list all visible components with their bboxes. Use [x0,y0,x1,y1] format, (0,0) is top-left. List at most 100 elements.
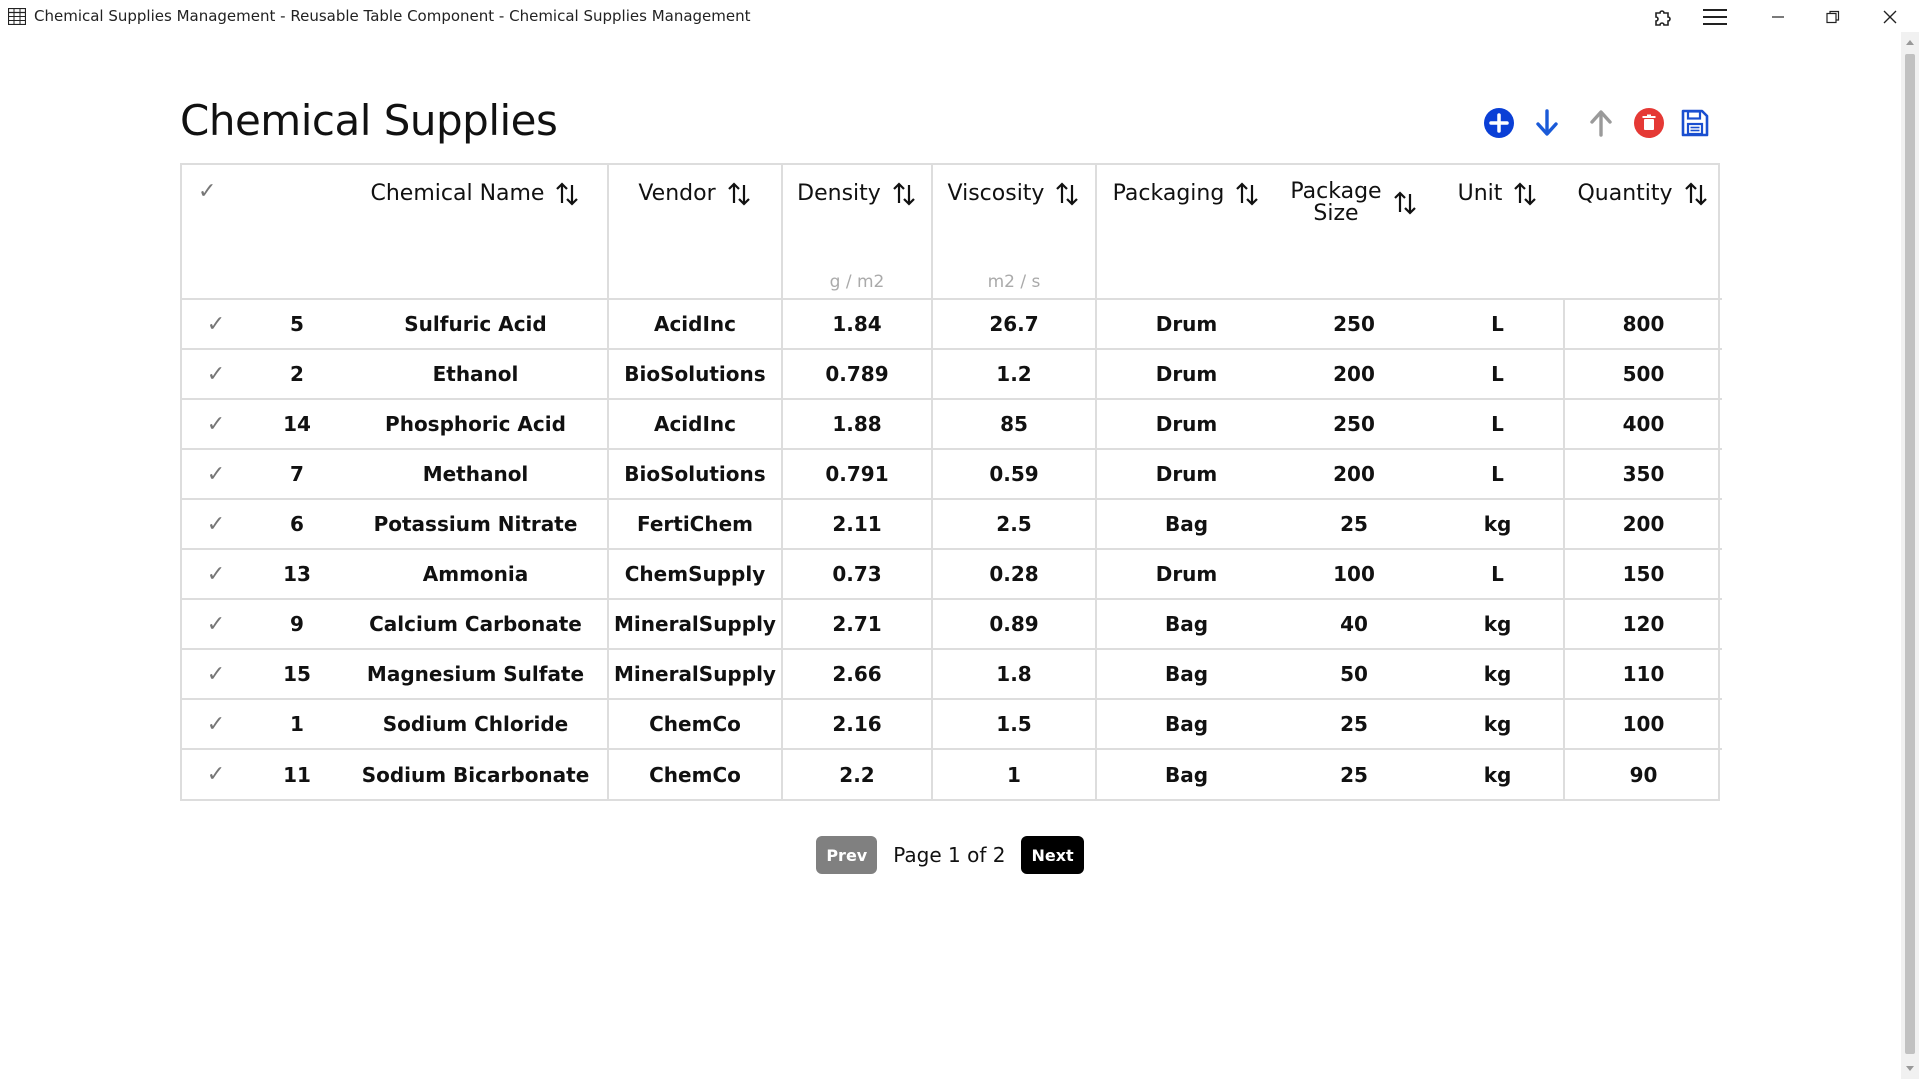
table-row[interactable]: ✓ 1 Sodium Chloride ChemCo 2.16 1.5 Bag 25 kg 100 [182,698,1722,749]
header-select[interactable]: ✓ [182,165,250,299]
cell-id: 14 [250,398,344,449]
cell-vendor: BioSolutions [607,348,782,399]
move-up-button[interactable] [1582,104,1620,142]
row-check-icon[interactable]: ✓ [182,598,250,649]
cell-package-size: 250 [1276,298,1432,349]
cell-viscosity: 1.5 [931,698,1096,749]
cell-density: 1.88 [781,398,932,449]
cell-packaging: Bag [1095,598,1276,649]
hamburger-icon [1703,9,1727,25]
cell-viscosity: 0.89 [931,598,1096,649]
table-row[interactable]: ✓ 9 Calcium Carbonate MineralSupply 2.71 0.89… [182,598,1722,649]
save-icon [1681,109,1709,137]
row-check-icon[interactable]: ✓ [182,498,250,549]
table-row[interactable]: ✓ 13 Ammonia ChemSupply 0.73 0.28 Drum 100 L 150 [182,548,1722,599]
window-title: Chemical Supplies Management - Reusable … [34,7,751,25]
header-chemical-name[interactable]: Chemical Name [344,165,608,299]
cell-chemical-name: Magnesium Sulfate [344,648,608,699]
table-row[interactable]: ✓ 5 Sulfuric Acid AcidInc 1.84 26.7 Drum 250 L 80… [182,298,1722,349]
cell-id: 5 [250,298,344,349]
header-viscosity-label: Viscosity [947,181,1045,206]
cell-packaging: Drum [1095,348,1276,399]
row-check-icon[interactable]: ✓ [182,298,250,349]
sort-icon[interactable] [891,181,917,207]
table-body: ✓ 5 Sulfuric Acid AcidInc 1.84 26.7 Drum 250 L 80… [182,298,1722,799]
cell-density: 2.2 [781,748,932,799]
row-check-icon[interactable]: ✓ [182,398,250,449]
row-check-icon[interactable]: ✓ [182,748,250,799]
header-quantity-label: Quantity [1577,181,1673,206]
cell-unit: L [1432,348,1564,399]
scrollbar-thumb[interactable] [1905,54,1915,1054]
header-density[interactable]: Density g / m2 [781,165,932,299]
table-row[interactable]: ✓ 14 Phosphoric Acid AcidInc 1.88 85 Drum 250 L 4… [182,398,1722,449]
header-density-label: Density [797,181,881,206]
sort-icon[interactable] [1683,181,1709,207]
sort-icon[interactable] [1512,181,1538,207]
cell-quantity: 800 [1563,298,1722,349]
header-package-size[interactable]: Package Size [1276,165,1432,299]
table-row[interactable]: ✓ 7 Methanol BioSolutions 0.791 0.59 Drum 200 L 3… [182,448,1722,499]
menu-button[interactable] [1700,4,1730,30]
arrow-down-icon [1536,109,1558,136]
cell-quantity: 110 [1563,648,1722,699]
header-vendor[interactable]: Vendor [607,165,782,299]
sort-icon[interactable] [1234,181,1260,207]
move-down-button[interactable] [1528,104,1566,142]
table-row[interactable]: ✓ 11 Sodium Bicarbonate ChemCo 2.2 1 Bag 25 kg 90 [182,748,1722,799]
cell-vendor: FertiChem [607,498,782,549]
header-unit[interactable]: Unit [1432,165,1564,299]
sort-icon[interactable] [1392,190,1418,216]
row-check-icon[interactable]: ✓ [182,648,250,699]
close-button[interactable] [1877,4,1903,30]
sort-icon[interactable] [554,181,580,207]
cell-package-size: 25 [1276,748,1432,799]
delete-button[interactable] [1630,104,1668,142]
cell-density: 0.791 [781,448,932,499]
cell-viscosity: 1.8 [931,648,1096,699]
cell-viscosity: 1 [931,748,1096,799]
save-button[interactable] [1676,104,1714,142]
cell-quantity: 120 [1563,598,1722,649]
prev-button[interactable]: Prev [816,836,878,874]
next-button[interactable]: Next [1021,836,1084,874]
vertical-scrollbar[interactable] [1901,32,1919,1079]
cell-unit: kg [1432,648,1564,699]
select-all-check-icon[interactable]: ✓ [198,179,216,204]
table-row[interactable]: ✓ 15 Magnesium Sulfate MineralSupply 2.66 1.8… [182,648,1722,699]
puzzle-icon [1655,10,1671,26]
restore-button[interactable] [1820,4,1846,30]
table-row[interactable]: ✓ 2 Ethanol BioSolutions 0.789 1.2 Drum 200 L 500 [182,348,1722,399]
cell-vendor: ChemCo [607,748,782,799]
row-check-icon[interactable]: ✓ [182,448,250,499]
minimize-button[interactable] [1765,4,1791,30]
scroll-down-arrow-icon[interactable] [1906,1066,1914,1071]
row-check-icon[interactable]: ✓ [182,698,250,749]
cell-density: 0.73 [781,548,932,599]
page-title: Chemical Supplies [180,96,558,145]
delete-icon [1634,108,1664,138]
row-check-icon[interactable]: ✓ [182,348,250,399]
scroll-up-arrow-icon[interactable] [1906,40,1914,45]
cell-quantity: 100 [1563,698,1722,749]
cell-chemical-name: Ammonia [344,548,608,599]
table-row[interactable]: ✓ 6 Potassium Nitrate FertiChem 2.11 2.5 Bag 25… [182,498,1722,549]
restore-icon [1826,10,1840,24]
header-package-size-label: Package Size [1290,181,1381,225]
header-viscosity[interactable]: Viscosity m2 / s [931,165,1096,299]
row-check-icon[interactable]: ✓ [182,548,250,599]
cell-chemical-name: Phosphoric Acid [344,398,608,449]
chemical-supplies-table: ✓ Chemical Name Vendor Density g / m2 Vi… [180,163,1722,801]
cell-viscosity: 1.2 [931,348,1096,399]
sort-icon[interactable] [1054,181,1080,207]
header-quantity[interactable]: Quantity [1564,165,1722,299]
sort-icon[interactable] [726,181,752,207]
pagination: Prev Page 1 of 2 Next [0,836,1900,874]
cell-packaging: Bag [1095,648,1276,699]
cell-viscosity: 26.7 [931,298,1096,349]
add-button[interactable] [1480,104,1518,142]
cell-unit: L [1432,398,1564,449]
cell-package-size: 200 [1276,348,1432,399]
header-packaging[interactable]: Packaging [1095,165,1276,299]
extensions-button[interactable] [1650,4,1676,30]
